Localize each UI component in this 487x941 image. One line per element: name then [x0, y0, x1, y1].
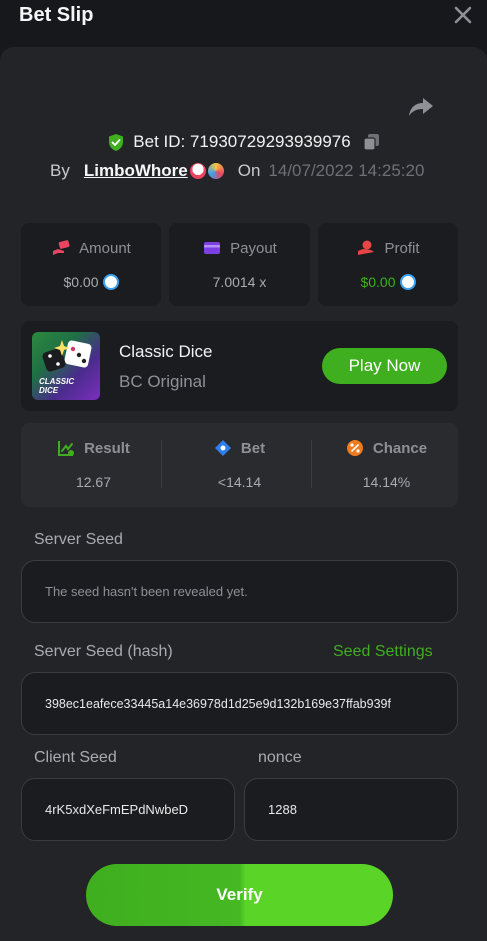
client-seed-label: Client Seed [34, 749, 117, 766]
verify-button[interactable]: Verify [86, 864, 393, 926]
lollipop-emoji-icon [207, 163, 224, 179]
payout-card: Payout 7.0014 x [169, 223, 310, 306]
profit-header: Profit [318, 239, 458, 257]
username-emojis [189, 163, 224, 179]
divider [161, 440, 162, 488]
bet-author-row: By LimboWhore On 14/07/2022 14:25:20 [50, 160, 424, 182]
bet-id: Bet ID: 71930729293939976 [133, 132, 351, 151]
amount-card: Amount $0.00 [21, 223, 161, 306]
nonce-field[interactable]: 1288 [244, 778, 458, 841]
client-seed-field[interactable]: 4rK5xdXeFmEPdNwbeD [21, 778, 235, 841]
wallet-icon [204, 242, 221, 254]
thumb-text-1: CLASSIC [39, 377, 74, 386]
client-seed-value: 4rK5xdXeFmEPdNwbeD [45, 802, 189, 817]
server-seed-hash-label: Server Seed (hash) [34, 643, 173, 660]
bet-value: <14.14 [217, 474, 262, 490]
server-seed-value: The seed hasn't been revealed yet. [45, 584, 248, 599]
shield-check-icon [109, 133, 124, 151]
payout-label: Payout [230, 239, 277, 257]
game-name: Classic Dice [119, 342, 213, 361]
payout-value-row: 7.0014 x [169, 274, 310, 290]
game-card: CLASSIC DICE Classic Dice BC Original Pl… [21, 321, 458, 411]
amount-value-row: $0.00 [21, 274, 161, 290]
divider [311, 440, 312, 488]
bet-col: Bet <14.14 [167, 423, 312, 507]
payout-header: Payout [169, 239, 310, 257]
nonce-label: nonce [258, 749, 302, 766]
amount-value: $0.00 [63, 274, 99, 290]
share-icon[interactable] [408, 96, 434, 118]
usd-coin-icon [102, 274, 119, 290]
bet-label: Bet [240, 439, 266, 457]
result-chart-icon [58, 441, 75, 456]
result-label: Result [84, 439, 130, 457]
amount-header: Amount [21, 239, 161, 257]
on-label: On [237, 161, 261, 180]
username-link[interactable]: LimboWhore [84, 161, 188, 181]
bet-id-row: Bet ID: 71930729293939976 [0, 130, 487, 154]
dice-icon: CLASSIC DICE [39, 340, 92, 395]
server-seed-label: Server Seed [34, 531, 123, 548]
payout-value: 7.0014 x [212, 274, 267, 290]
chance-value: 14.14% [362, 474, 411, 490]
nonce-value: 1288 [268, 802, 297, 817]
copy-icon[interactable] [363, 133, 380, 151]
result-col: Result 12.67 [21, 423, 166, 507]
play-now-button[interactable]: Play Now [322, 348, 447, 384]
game-provider: BC Original [119, 372, 206, 391]
thumb-text-2: DICE [39, 386, 59, 395]
seed-settings-link[interactable]: Seed Settings [333, 643, 433, 661]
money-hand-icon [53, 240, 70, 255]
amount-label: Amount [79, 239, 131, 257]
page-title: Bet Slip [19, 4, 94, 26]
server-seed-hash-value: 398ec1eafece33445a14e36978d1d25e9d132b16… [45, 696, 391, 711]
result-value: 12.67 [75, 474, 112, 490]
chance-label: Chance [372, 439, 428, 457]
profit-label: Profit [384, 239, 420, 257]
server-seed-hash-field[interactable]: 398ec1eafece33445a14e36978d1d25e9d132b16… [21, 672, 458, 735]
top-bar: Bet Slip [0, 0, 487, 44]
chance-col: Chance 14.14% [314, 423, 459, 507]
profit-hand-icon [358, 240, 375, 255]
server-seed-field[interactable]: The seed hasn't been revealed yet. [21, 560, 458, 623]
by-label: By [50, 161, 70, 180]
clown-emoji-icon [189, 163, 206, 179]
profit-value: $0.00 [360, 274, 396, 290]
close-icon[interactable] [452, 4, 474, 26]
bet-date: 14/07/2022 14:25:20 [268, 161, 425, 180]
bet-tag-icon [214, 440, 231, 456]
profit-card: Profit $0.00 [318, 223, 458, 306]
classic-dice-thumbnail[interactable]: CLASSIC DICE [32, 332, 100, 400]
percent-icon [346, 440, 363, 456]
result-card: Result 12.67 Bet <14.14 Chance 14.14% [21, 423, 458, 507]
profit-value-row: $0.00 [318, 274, 458, 290]
usd-coin-icon [399, 274, 416, 290]
